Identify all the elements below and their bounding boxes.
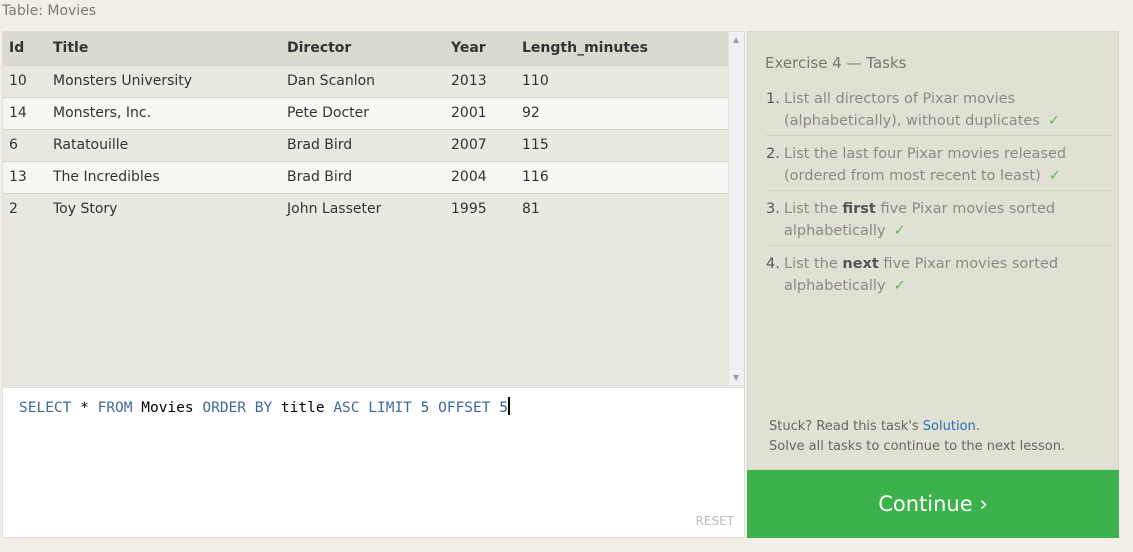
sql-keyword: OFFSET (438, 400, 491, 416)
cell-length: 116 (516, 160, 730, 193)
solve-all-text: Solve all tasks to continue to the next … (769, 439, 1066, 454)
sql-identifier: title (272, 400, 334, 416)
table-row: 13 The Incredibles Brad Bird 2004 116 (3, 160, 730, 193)
task-text-part: List all directors of Pixar movies (alph… (784, 91, 1040, 129)
cell-title: Monsters, Inc. (47, 96, 281, 129)
sql-keyword: LIMIT (368, 400, 412, 416)
task-number: 3. (766, 201, 780, 217)
table-row: 10 Monsters University Dan Scanlon 2013 110 (3, 64, 730, 97)
cell-title: Monsters University (47, 64, 281, 97)
task-text-part: List the (784, 201, 843, 217)
cell-director: Brad Bird (281, 160, 445, 193)
cell-year: 2007 (445, 128, 516, 161)
cell-director: Pete Docter (281, 96, 445, 129)
reset-button[interactable]: RESET (696, 514, 734, 528)
column-header-title: Title (47, 32, 281, 65)
scroll-up-icon[interactable]: ▲ (733, 35, 739, 44)
task-text-part: List the last four Pixar movies released… (784, 146, 1067, 184)
sql-identifier (412, 400, 421, 416)
sql-identifier (491, 400, 500, 416)
sql-number: 5 (499, 400, 508, 416)
task-number: 2. (766, 146, 780, 162)
task-item: 2. List the last four Pixar movies releas… (766, 142, 1112, 191)
task-item: 4. List the next five Pixar movies sorted… (766, 252, 1112, 300)
column-header-director: Director (281, 32, 445, 65)
sql-identifier: Movies (132, 400, 203, 416)
task-list: 1. List all directors of Pixar movies (al… (766, 87, 1112, 306)
scroll-down-icon[interactable]: ▼ (733, 373, 739, 382)
cell-director: Brad Bird (281, 128, 445, 161)
task-text: List the last four Pixar movies released… (784, 143, 1112, 187)
task-number: 4. (766, 256, 780, 272)
results-table-panel: Id Title Director Year Length_minutes 10… (2, 31, 745, 386)
cell-year: 2013 (445, 64, 516, 97)
cell-title: Toy Story (47, 192, 281, 225)
cell-director: Dan Scanlon (281, 64, 445, 97)
task-text-emphasis: next (842, 256, 879, 272)
table-row: 2 Toy Story John Lasseter 1995 81 (3, 192, 730, 225)
checkmark-icon: ✓ (893, 278, 906, 294)
results-table: Id Title Director Year Length_minutes 10… (3, 32, 730, 225)
text-caret (507, 397, 510, 415)
sql-identifier (360, 400, 369, 416)
cell-length: 115 (516, 128, 730, 161)
task-number: 1. (766, 91, 780, 107)
help-text: Stuck? Read this task's Solution. Solve … (769, 417, 1065, 457)
sql-editor[interactable]: SELECT * FROM Movies ORDER BY title ASC … (2, 387, 745, 538)
table-row: 14 Monsters, Inc. Pete Docter 2001 92 (3, 96, 730, 129)
column-header-length: Length_minutes (516, 32, 730, 65)
checkmark-icon: ✓ (1047, 113, 1061, 129)
task-text: List the first five Pixar movies sorted … (784, 198, 1112, 242)
checkmark-icon: ✓ (893, 223, 906, 239)
sql-keyword: ASC (333, 400, 360, 416)
cell-title: The Incredibles (47, 160, 281, 193)
sql-keyword: ORDER BY (202, 400, 273, 416)
task-text: List all directors of Pixar movies (alph… (784, 88, 1112, 132)
cell-id: 13 (3, 160, 47, 193)
table-body: 10 Monsters University Dan Scanlon 2013 110 1… (3, 64, 730, 225)
task-text-emphasis: first (842, 201, 876, 217)
task-text: List the next five Pixar movies sorted a… (784, 253, 1112, 297)
solution-link[interactable]: Solution (923, 419, 976, 434)
sql-query-line[interactable]: SELECT * FROM Movies ORDER BY title ASC … (19, 397, 510, 416)
task-panel: Exercise 4 — Tasks 1. List all directors … (747, 31, 1119, 470)
table-caption: Table: Movies (2, 3, 97, 19)
continue-button[interactable]: Continue › (747, 470, 1119, 538)
cell-year: 2004 (445, 160, 516, 193)
column-header-year: Year (445, 32, 516, 65)
checkmark-icon: ✓ (1048, 168, 1061, 184)
cell-length: 92 (516, 96, 730, 129)
cell-length: 81 (516, 192, 730, 225)
sql-identifier: * (71, 400, 98, 416)
task-item: 1. List all directors of Pixar movies (al… (766, 87, 1112, 136)
table-scrollbar[interactable]: ▲ ▼ (728, 32, 744, 385)
stuck-prefix: Stuck? Read this task's (769, 419, 923, 434)
sql-keyword: SELECT (19, 400, 72, 416)
cell-director: John Lasseter (281, 192, 445, 225)
task-text-part: List the (784, 256, 843, 272)
cell-title: Ratatouille (47, 128, 281, 161)
task-item: 3. List the first five Pixar movies sorte… (766, 197, 1112, 246)
cell-id: 14 (3, 96, 47, 129)
cell-year: 1995 (445, 192, 516, 225)
column-header-id: Id (3, 32, 47, 65)
sql-keyword: FROM (97, 400, 133, 416)
exercise-title: Exercise 4 — Tasks (765, 54, 907, 72)
cell-id: 6 (3, 128, 47, 161)
cell-year: 2001 (445, 96, 516, 129)
cell-id: 2 (3, 192, 47, 225)
table-header-row: Id Title Director Year Length_minutes (3, 32, 730, 65)
cell-length: 110 (516, 64, 730, 97)
cell-id: 10 (3, 64, 47, 97)
table-row: 6 Ratatouille Brad Bird 2007 115 (3, 128, 730, 161)
sql-identifier (429, 400, 438, 416)
stuck-suffix: . (975, 419, 980, 434)
